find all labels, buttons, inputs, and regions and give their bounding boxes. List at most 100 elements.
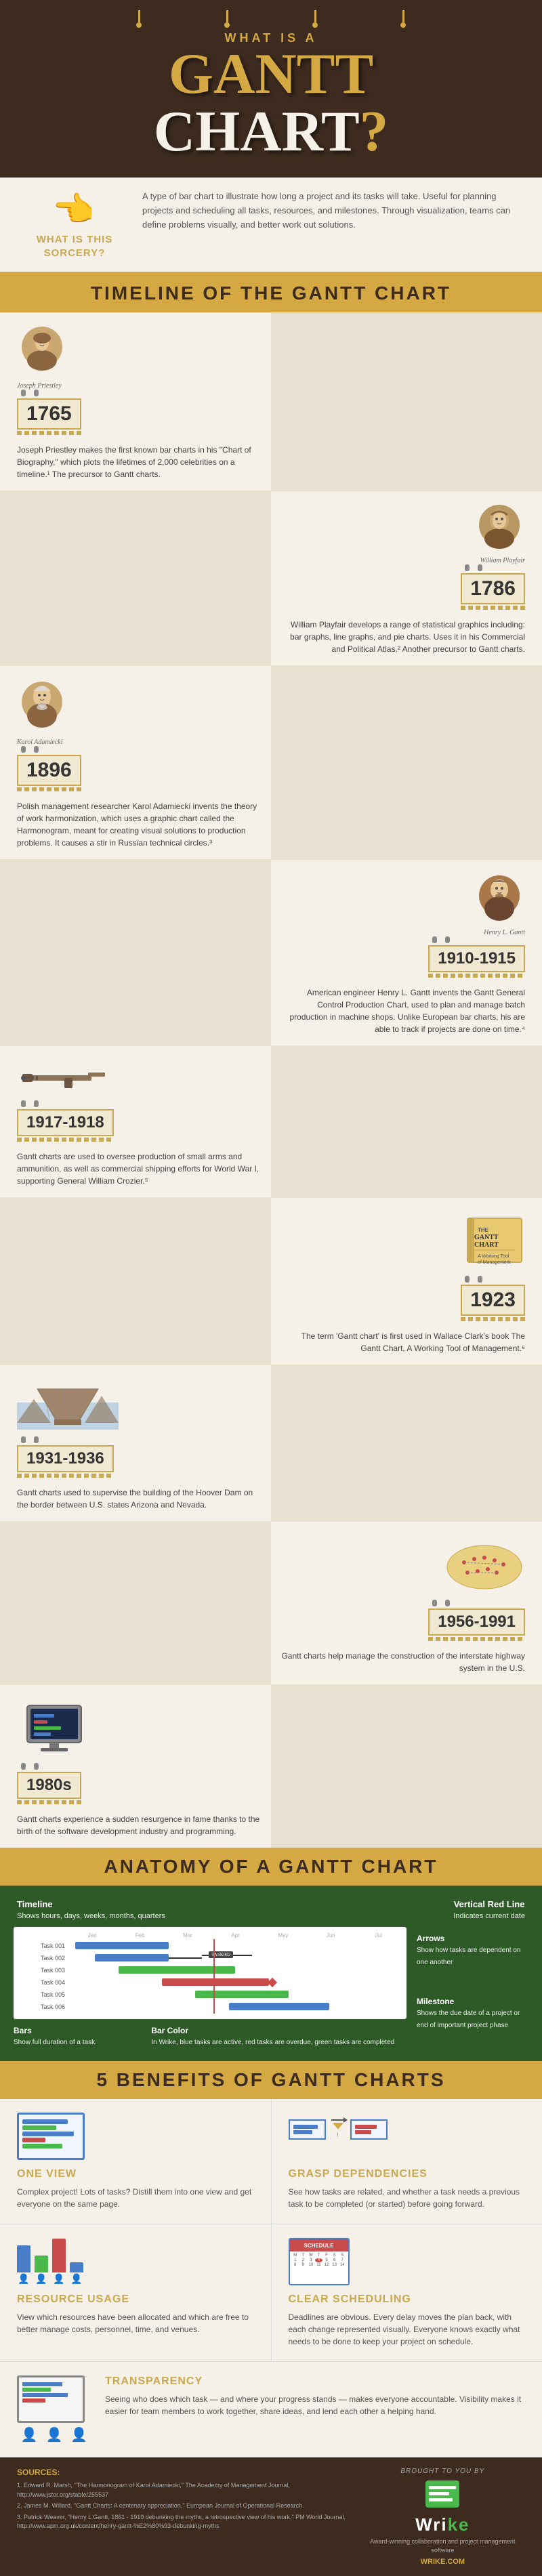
timeline-row-1910: Henry L. Gantt 1910-1915 American engine… bbox=[0, 859, 542, 1045]
adamiecki-portrait-svg bbox=[17, 676, 68, 734]
date-highway: 1956-1991 bbox=[428, 1605, 525, 1641]
anatomy-main-layout: Jan Feb Mar Apr May Jun Jul Task 001 bbox=[14, 1927, 528, 2048]
one-view-title: ONE VIEW bbox=[17, 2168, 254, 2180]
chain-1 bbox=[136, 10, 142, 28]
timeline-title: TIMELINE OF THE GANTT CHART bbox=[8, 283, 534, 304]
timeline-section-header: TIMELINE OF THE GANTT CHART bbox=[0, 274, 542, 312]
milestone-label: Milestone Shows the due date of a projec… bbox=[417, 1997, 528, 2031]
brought-by-text: BROUGHT TO YOU BY bbox=[400, 2468, 484, 2475]
timeline-text-1980s: Gantt charts experience a sudden resurge… bbox=[17, 1813, 261, 1837]
arrows-label-text: Show how tasks are dependent on one anot… bbox=[417, 1947, 520, 1966]
resource-usage-icon: 👤 👤 👤 👤 bbox=[17, 2238, 254, 2285]
vrl-label-title: Vertical Red Line bbox=[453, 1899, 525, 1909]
svg-text:A Working Tool: A Working Tool bbox=[478, 1254, 509, 1259]
date-1786: 1786 bbox=[461, 570, 525, 610]
tl-left-1896: Karol Adamiecki 1896 Polish management r… bbox=[0, 666, 271, 859]
timeline-label: Timeline Shows hours, days, weeks, month… bbox=[17, 1899, 165, 1921]
milestone-label-text: Shows the due date of a project or end o… bbox=[417, 2010, 520, 2029]
benefits-row-1: ONE VIEW Complex project! Lots of tasks?… bbox=[0, 2099, 542, 2224]
chain-3 bbox=[312, 10, 318, 28]
header-title-gantt: GANTT bbox=[27, 45, 515, 103]
priestley-portrait: Joseph Priestley bbox=[17, 323, 68, 390]
dam-icon bbox=[17, 1382, 119, 1430]
gantt-portrait: Henry L. Gantt bbox=[474, 870, 525, 936]
anatomy-bottom-labels: Bars Show full duration of a task. Bar C… bbox=[14, 2026, 406, 2048]
svg-text:GANTT: GANTT bbox=[474, 1234, 499, 1241]
bar-color-label: Bar Color In Wrike, blue tasks are activ… bbox=[151, 2026, 406, 2048]
bar-color-label-text: In Wrike, blue tasks are active, red tas… bbox=[151, 2039, 394, 2046]
svg-text:CHART: CHART bbox=[474, 1241, 499, 1249]
svg-text:of Management: of Management bbox=[478, 1260, 511, 1265]
computer-icon bbox=[17, 1702, 91, 1756]
resource-usage-text: View which resources have been allocated… bbox=[17, 2311, 254, 2335]
sources-title: SOURCES: bbox=[17, 2468, 347, 2477]
priestley-portrait-svg bbox=[17, 323, 68, 377]
tl-left-wwi: 1917-1918 Gantt charts are used to overs… bbox=[0, 1046, 271, 1197]
tl-right-1980s bbox=[271, 1685, 542, 1848]
gantt-portrait-svg bbox=[474, 870, 525, 928]
gantt-row-2: Task 002 TASK002 bbox=[18, 1953, 402, 1964]
date-dam: 1931-1936 bbox=[17, 1442, 114, 1478]
source-3: 3. Patrick Weaver, "Henry L Gantt, 1861 … bbox=[17, 2513, 347, 2531]
vertical-red-line bbox=[213, 1939, 215, 2014]
vrl-label-text: Indicates current date bbox=[453, 1912, 525, 1920]
timeline-row-highway: 1956-1991 Gantt charts help manage the c… bbox=[0, 1521, 542, 1684]
clear-scheduling-icon: SCHEDULE M T W T F S S 1 2 3 4 5 6 7 bbox=[289, 2238, 350, 2285]
priestley-name: Joseph Priestley bbox=[17, 382, 68, 390]
milestone-label-title: Milestone bbox=[417, 1997, 528, 2006]
header-question-mark: ? bbox=[360, 103, 389, 161]
one-view-text: Complex project! Lots of tasks? Distill … bbox=[17, 2186, 254, 2210]
benefits-row-2: 👤 👤 👤 👤 RESOURCE USAGE View which resour… bbox=[0, 2224, 542, 2362]
date-1923: 1923 bbox=[461, 1281, 525, 1321]
transparency-content: TRANSPARENCY Seeing who does which task … bbox=[105, 2375, 525, 2417]
wrike-logo-text: Wrike bbox=[415, 2514, 470, 2535]
chain-4 bbox=[400, 10, 406, 28]
sorcery-left: 👉 WHAT IS THIS SORCERY? bbox=[17, 190, 132, 259]
gantt-row-5: Task 005 bbox=[18, 1989, 402, 2000]
bars-label-text: Show full duration of a task. bbox=[14, 2039, 97, 2046]
timeline-text-1923: The term 'Gantt chart' is first used in … bbox=[281, 1330, 525, 1354]
date-1980s: 1980s bbox=[17, 1768, 81, 1804]
timeline-label-text: Shows hours, days, weeks, months, quarte… bbox=[17, 1912, 165, 1920]
arrows-label: Arrows Show how tasks are dependent on o… bbox=[417, 1934, 528, 1968]
timeline-text-wwi: Gantt charts are used to oversee product… bbox=[17, 1150, 261, 1187]
benefit-grasp-deps: ! GRASP DEPENDENCIES See how tasks are r… bbox=[272, 2099, 542, 2224]
resource-usage-title: RESOURCE USAGE bbox=[17, 2293, 254, 2306]
date-wwi: 1917-1918 bbox=[17, 1106, 114, 1142]
bars-label-title: Bars bbox=[14, 2026, 141, 2035]
benefit-transparency: 👤 👤 👤 TRANSPARENCY Seeing who does which… bbox=[0, 2362, 542, 2457]
playfair-name: William Playfair bbox=[480, 557, 525, 564]
tl-right-1910: Henry L. Gantt 1910-1915 American engine… bbox=[271, 860, 542, 1045]
benefit-resource-usage: 👤 👤 👤 👤 RESOURCE USAGE View which resour… bbox=[0, 2224, 272, 2361]
source-2: 2. James M. Willard, "Gantt Charts: A ce… bbox=[17, 2501, 347, 2511]
timeline-text-dam: Gantt charts used to supervise the build… bbox=[17, 1487, 261, 1511]
benefits-title: 5 BENEFITS OF GANTT CHARTS bbox=[8, 2069, 534, 2091]
playfair-portrait-svg bbox=[474, 501, 525, 556]
date-1896: 1896 bbox=[17, 751, 81, 791]
tl-right-highway: 1956-1991 Gantt charts help manage the c… bbox=[271, 1522, 542, 1684]
timeline-text-1910: American engineer Henry L. Gantt invents… bbox=[281, 986, 525, 1035]
gantt-row-1: Task 001 bbox=[18, 1940, 402, 1951]
wrike-tagline: Award-winning collaboration and project … bbox=[360, 2537, 525, 2554]
header-title-chart: CHART ? bbox=[27, 103, 515, 161]
gantt-visual: Jan Feb Mar Apr May Jun Jul Task 001 bbox=[14, 1927, 406, 2019]
playfair-portrait: William Playfair bbox=[474, 501, 525, 564]
anatomy-content: Timeline Shows hours, days, weeks, month… bbox=[0, 1886, 542, 2061]
anatomy-title: ANATOMY OF A GANTT CHART bbox=[8, 1856, 534, 1877]
tl-left-1980s: 1980s Gantt charts experience a sudden r… bbox=[0, 1685, 271, 1848]
tl-right-wwi bbox=[271, 1046, 542, 1197]
adamiecki-name: Karol Adamiecki bbox=[17, 739, 68, 746]
anatomy-section-header: ANATOMY OF A GANTT CHART bbox=[0, 1848, 542, 1886]
one-view-icon bbox=[17, 2113, 85, 2160]
timeline-row-1896: Karol Adamiecki 1896 Polish management r… bbox=[0, 665, 542, 859]
footer-section: SOURCES: 1. Edward R. Marsh, "The Harmon… bbox=[0, 2457, 542, 2576]
timeline-label-title: Timeline bbox=[17, 1899, 165, 1909]
anatomy-top-labels: Timeline Shows hours, days, weeks, month… bbox=[14, 1899, 528, 1921]
tl-right-dam bbox=[271, 1365, 542, 1521]
gantt-row-4: Task 004 bbox=[18, 1977, 402, 1988]
tl-right-1765 bbox=[271, 313, 542, 491]
sources-column: SOURCES: 1. Edward R. Marsh, "The Harmon… bbox=[17, 2468, 347, 2533]
gantt-row-6: Task 006 bbox=[18, 2001, 402, 2012]
timeline-text-1786: William Playfair develops a range of sta… bbox=[281, 619, 525, 655]
sorcery-section: 👉 WHAT IS THIS SORCERY? A type of bar ch… bbox=[0, 178, 542, 274]
